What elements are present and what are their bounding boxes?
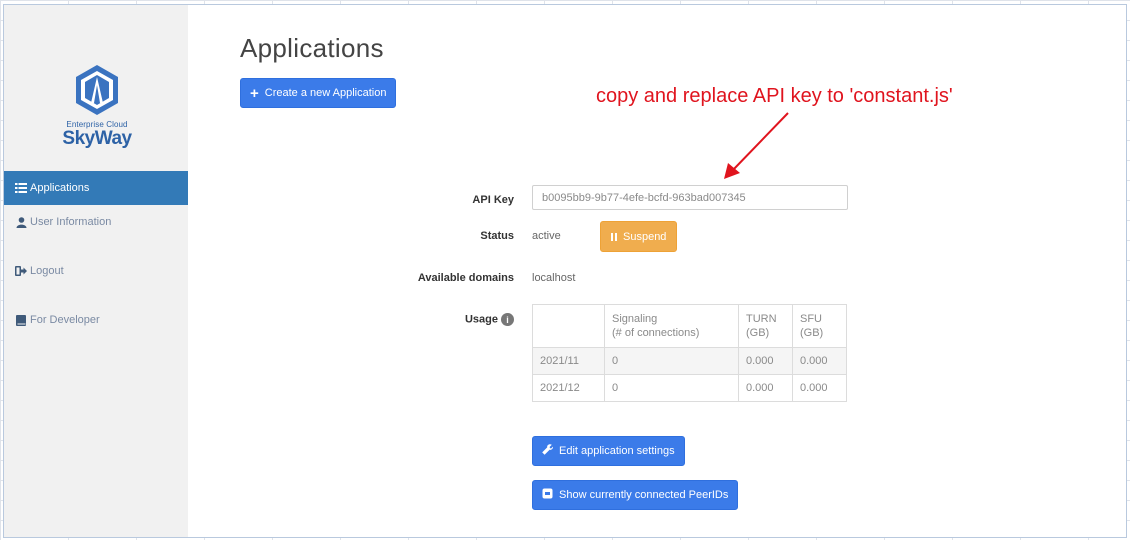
api-key-field[interactable] xyxy=(532,185,848,210)
usage-header-sfu: SFU (GB) xyxy=(792,304,847,348)
usage-cell-turn: 0.000 xyxy=(738,347,793,375)
user-icon xyxy=(15,216,27,228)
table-row: 2021/11 0 0.000 0.000 xyxy=(532,347,847,375)
sidebar: Enterprise Cloud SkyWay Applications Use… xyxy=(4,5,188,537)
sidebar-item-for-developer[interactable]: For Developer xyxy=(4,303,188,337)
suspend-label: Suspend xyxy=(623,230,667,243)
page-title: Applications xyxy=(240,33,384,63)
available-domains-label: Available domains xyxy=(417,272,514,284)
usage-table: Signaling (# of connections) TURN (GB) S… xyxy=(532,304,847,402)
info-icon[interactable]: i xyxy=(501,313,514,326)
sidebar-item-label: Logout xyxy=(30,265,64,277)
create-application-label: Create a new Application xyxy=(264,87,387,99)
main-content: Applications + Create a new Application … xyxy=(188,5,1126,537)
plus-icon: + xyxy=(250,84,259,102)
usage-cell-period: 2021/11 xyxy=(532,347,605,375)
usage-label-row: Usage i xyxy=(374,313,514,326)
logout-icon xyxy=(15,265,27,277)
usage-table-header: Signaling (# of connections) TURN (GB) S… xyxy=(532,304,847,348)
sidebar-item-label: For Developer xyxy=(30,314,100,326)
book-icon xyxy=(15,314,27,326)
annotation-text: copy and replace API key to 'constant.js… xyxy=(596,85,953,107)
create-application-button[interactable]: + Create a new Application xyxy=(240,78,397,108)
api-key-label: API Key xyxy=(472,194,514,206)
status-label: Status xyxy=(480,230,514,242)
usage-header-period xyxy=(532,304,605,348)
available-domains-value: localhost xyxy=(532,272,576,284)
usage-cell-period: 2021/12 xyxy=(532,374,605,402)
annotation-arrow-icon xyxy=(724,112,789,179)
list-icon xyxy=(15,182,27,194)
usage-cell-signaling: 0 xyxy=(604,347,739,375)
skyway-logo: Enterprise Cloud SkyWay xyxy=(56,63,138,150)
wrench-icon xyxy=(542,444,554,458)
show-peer-ids-button[interactable]: Show currently connected PeerIDs xyxy=(532,480,739,510)
status-value: active xyxy=(532,230,561,242)
skyway-logo-icon xyxy=(76,65,118,115)
usage-header-turn: TURN (GB) xyxy=(738,304,793,348)
usage-cell-sfu: 0.000 xyxy=(792,374,847,402)
edit-settings-label: Edit application settings xyxy=(559,445,675,457)
usage-cell-signaling: 0 xyxy=(604,374,739,402)
edit-application-settings-button[interactable]: Edit application settings xyxy=(532,436,685,466)
sidebar-item-label: User Information xyxy=(30,216,112,228)
usage-label: Usage xyxy=(464,313,498,326)
show-peer-ids-label: Show currently connected PeerIDs xyxy=(559,489,729,501)
suspend-button[interactable]: Suspend xyxy=(600,221,678,252)
table-row: 2021/12 0 0.000 0.000 xyxy=(532,374,847,402)
sidebar-item-logout[interactable]: Logout xyxy=(4,254,188,288)
sidebar-item-label: Applications xyxy=(30,182,90,194)
peer-id-icon xyxy=(542,488,553,502)
screenshot-capture: Enterprise Cloud SkyWay Applications Use… xyxy=(3,4,1127,538)
usage-cell-sfu: 0.000 xyxy=(792,347,847,375)
sidebar-item-applications[interactable]: Applications xyxy=(4,171,188,205)
usage-header-signaling: Signaling (# of connections) xyxy=(604,304,739,348)
pause-icon xyxy=(611,232,617,241)
logo-name: SkyWay xyxy=(62,128,132,149)
sidebar-item-user-information[interactable]: User Information xyxy=(4,205,188,239)
usage-cell-turn: 0.000 xyxy=(738,374,793,402)
